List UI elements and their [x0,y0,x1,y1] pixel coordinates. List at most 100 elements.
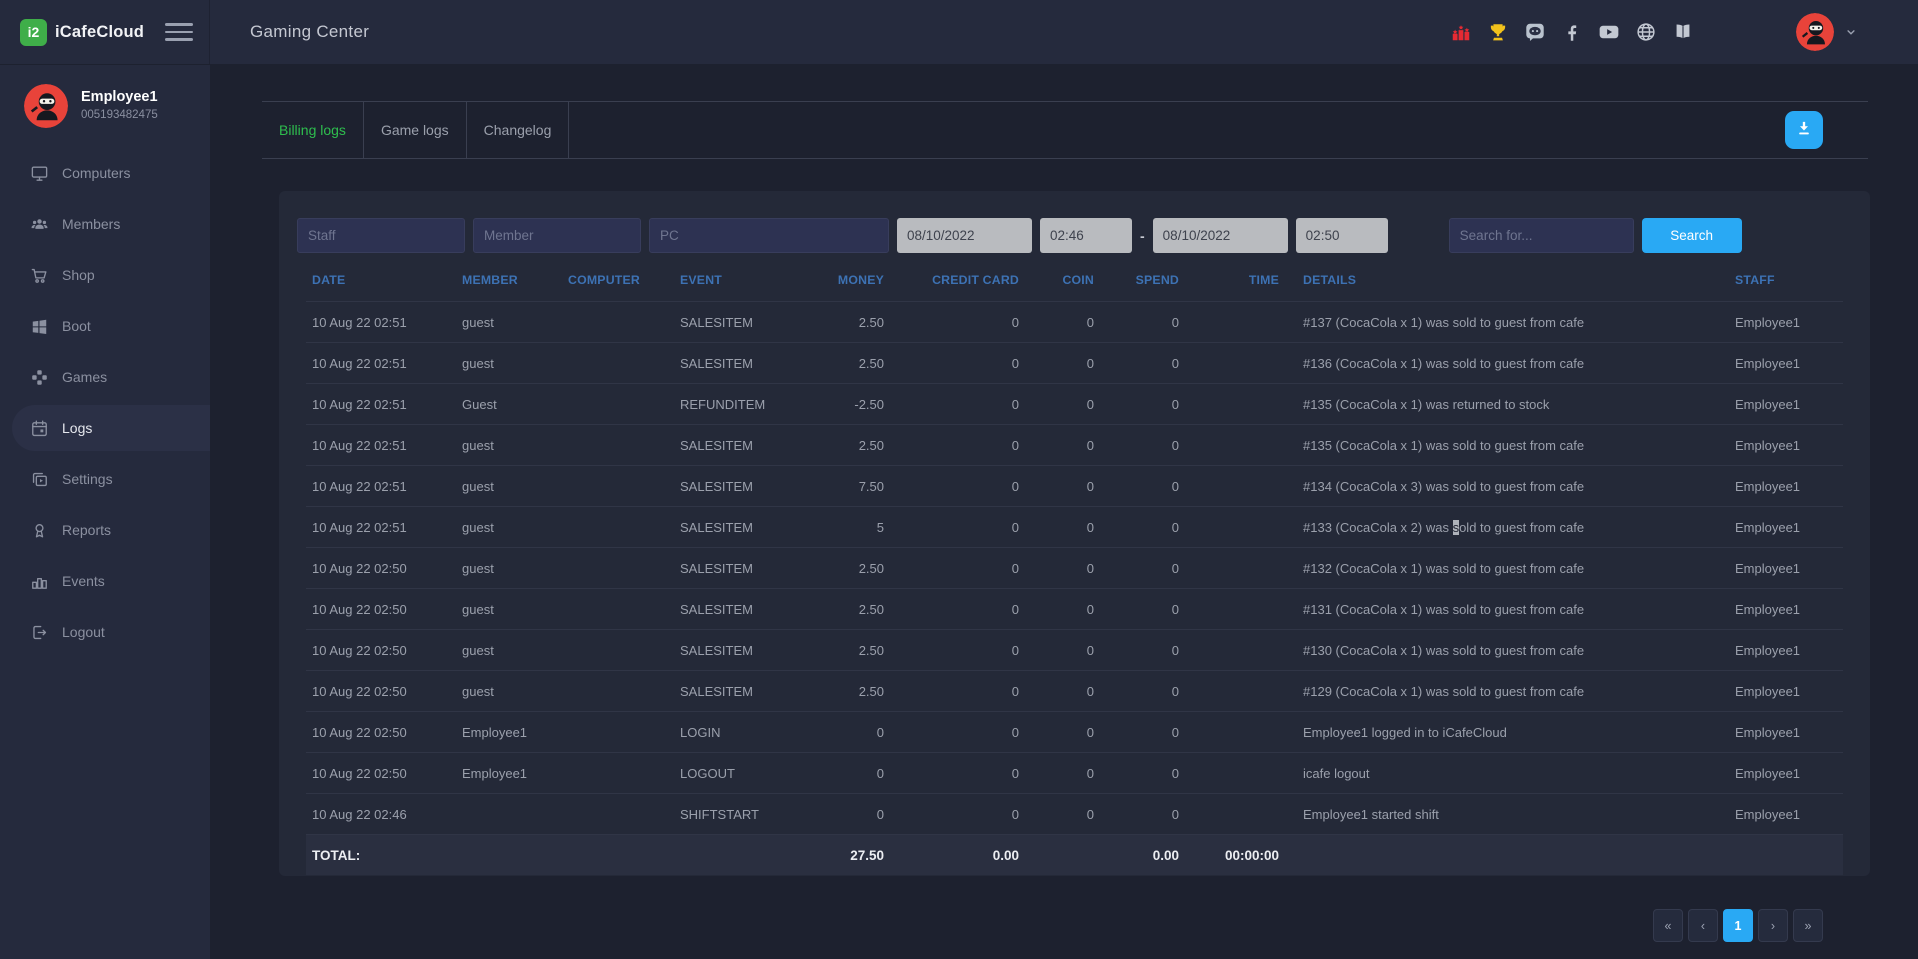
sidebar-item-label: Logs [62,420,92,436]
staff-filter-input[interactable] [297,218,465,253]
table-row[interactable]: 10 Aug 22 02:51guestSALESITEM2.50000#135… [306,425,1843,466]
cell-event: SALESITEM [672,302,792,343]
user-name: Employee1 [81,89,158,105]
cell-computer [560,507,672,548]
time-from-input[interactable] [1040,218,1132,253]
user-menu[interactable] [1796,13,1858,51]
date-from-input[interactable] [897,218,1032,253]
globe-icon[interactable] [1634,20,1658,44]
total-event [672,835,792,876]
tab-bar: Billing logsGame logsChangelog [262,101,1868,159]
pagination-page-1[interactable]: 1 [1723,909,1753,942]
table-row[interactable]: 10 Aug 22 02:51guestSALESITEM5000#133 (C… [306,507,1843,548]
cell-coin: 0 [1027,384,1102,425]
table-row[interactable]: 10 Aug 22 02:51guestSALESITEM2.50000#137… [306,302,1843,343]
pagination-prev[interactable]: ‹ [1688,909,1718,942]
cell-member: Guest [454,384,560,425]
download-button[interactable] [1785,111,1823,149]
table-row[interactable]: 10 Aug 22 02:50guestSALESITEM2.50000#131… [306,589,1843,630]
user-id: 005193482475 [81,109,158,121]
table-row[interactable]: 10 Aug 22 02:46SHIFTSTART0000Employee1 s… [306,794,1843,835]
table-row[interactable]: 10 Aug 22 02:50guestSALESITEM2.50000#132… [306,548,1843,589]
cell-member: guest [454,630,560,671]
sidebar-item-games[interactable]: Games [0,354,210,400]
cell-date: 10 Aug 22 02:50 [306,671,454,712]
table-row[interactable]: 10 Aug 22 02:50guestSALESITEM2.50000#130… [306,630,1843,671]
cell-computer [560,343,672,384]
cell-details: #137 (CocaCola x 1) was sold to guest fr… [1287,302,1727,343]
page-title: Gaming Center [250,22,369,42]
billing-logs-card: - Search DATEMEMBERCOMPUTEREVENTMONEYCRE… [279,191,1870,876]
column-header-computer: COMPUTER [560,259,672,302]
cell-event: SALESITEM [672,548,792,589]
cell-staff: Employee1 [1727,794,1843,835]
sidebar-item-events[interactable]: Events [0,558,210,604]
search-button[interactable]: Search [1642,218,1742,253]
cell-time [1187,425,1287,466]
leaderboard-icon[interactable] [1449,20,1473,44]
cell-computer [560,589,672,630]
column-header-member: MEMBER [454,259,560,302]
pagination-next[interactable]: › [1758,909,1788,942]
search-input[interactable] [1449,218,1634,253]
member-filter-input[interactable] [473,218,641,253]
menu-toggle-button[interactable] [165,21,193,43]
logo-icon: i2 [20,19,47,46]
cell-money: 0 [792,794,892,835]
book-icon[interactable] [1671,20,1695,44]
cell-coin: 0 [1027,712,1102,753]
cell-member: guest [454,507,560,548]
pagination-last[interactable]: » [1793,909,1823,942]
table-row[interactable]: 10 Aug 22 02:50Employee1LOGIN0000Employe… [306,712,1843,753]
cell-staff: Employee1 [1727,753,1843,794]
cell-spend: 0 [1102,466,1187,507]
cell-coin: 0 [1027,630,1102,671]
column-header-spend: SPEND [1102,259,1187,302]
cell-details: icafe logout [1287,753,1727,794]
trophy-icon[interactable] [1486,20,1510,44]
tab-changelog[interactable]: Changelog [467,102,570,158]
pc-filter-input[interactable] [649,218,889,253]
pagination-first[interactable]: « [1653,909,1683,942]
cell-money: 2.50 [792,589,892,630]
facebook-icon[interactable] [1560,20,1584,44]
table-row[interactable]: 10 Aug 22 02:51guestSALESITEM2.50000#136… [306,343,1843,384]
sidebar-item-reports[interactable]: Reports [0,507,210,553]
table-header-row: DATEMEMBERCOMPUTEREVENTMONEYCREDIT CARDC… [306,259,1843,302]
cell-computer [560,712,672,753]
tab-game-logs[interactable]: Game logs [364,102,467,158]
cell-credit_card: 0 [892,466,1027,507]
cell-event: REFUNDITEM [672,384,792,425]
sidebar-item-members[interactable]: Members [0,201,210,247]
date-to-input[interactable] [1153,218,1288,253]
sidebar-item-logs[interactable]: Logs [12,405,210,451]
cell-credit_card: 0 [892,343,1027,384]
cell-computer [560,425,672,466]
table-row[interactable]: 10 Aug 22 02:51GuestREFUNDITEM-2.50000#1… [306,384,1843,425]
time-to-input[interactable] [1296,218,1388,253]
download-icon [1794,119,1814,142]
cell-staff: Employee1 [1727,630,1843,671]
discord-icon[interactable] [1523,20,1547,44]
table-row[interactable]: 10 Aug 22 02:51guestSALESITEM7.50000#134… [306,466,1843,507]
cell-spend: 0 [1102,507,1187,548]
main-content: Billing logsGame logsChangelog - Search [210,65,1918,959]
tab-billing-logs[interactable]: Billing logs [262,102,364,158]
text-cursor-highlight: s [1453,520,1460,535]
cell-credit_card: 0 [892,302,1027,343]
youtube-icon[interactable] [1597,20,1621,44]
cell-details: #133 (CocaCola x 2) was sold to guest fr… [1287,507,1727,548]
sidebar-item-shop[interactable]: Shop [0,252,210,298]
sidebar-item-boot[interactable]: Boot [0,303,210,349]
table-row[interactable]: 10 Aug 22 02:50Employee1LOGOUT0000icafe … [306,753,1843,794]
total-time: 00:00:00 [1187,835,1287,876]
cell-coin: 0 [1027,507,1102,548]
monitor-icon [30,164,49,183]
sidebar-item-logout[interactable]: Logout [0,609,210,655]
cell-credit_card: 0 [892,425,1027,466]
sidebar-item-settings[interactable]: Settings [0,456,210,502]
total-coin [1027,835,1102,876]
table-row[interactable]: 10 Aug 22 02:50guestSALESITEM2.50000#129… [306,671,1843,712]
sidebar-item-computers[interactable]: Computers [0,150,210,196]
cell-time [1187,384,1287,425]
